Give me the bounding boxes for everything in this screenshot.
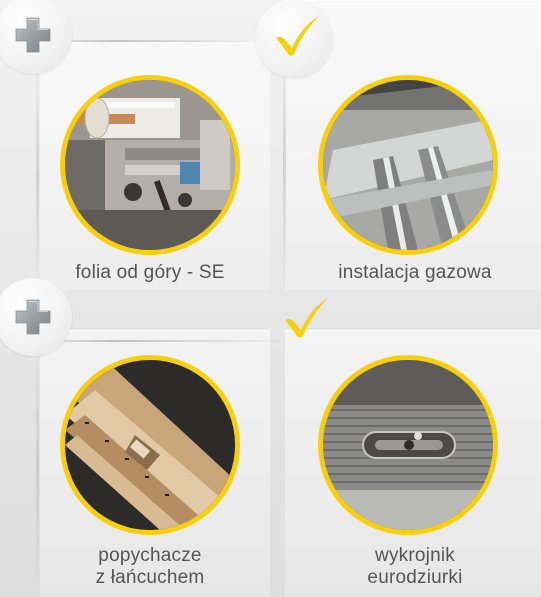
tile-caption-line: popychacze — [98, 545, 202, 566]
tile-caption: folia od góry - SE — [30, 262, 270, 284]
photo-folia-machine — [60, 75, 240, 255]
tile-caption-line: z łańcuchem — [95, 567, 205, 588]
option-badge — [255, 0, 333, 78]
tile-caption-line: wykrojnik — [375, 545, 455, 566]
tile-caption-line: folia od góry - SE — [75, 262, 225, 283]
photo-instalacja-gazowa — [318, 75, 498, 255]
photo-wykrojnik — [318, 355, 498, 535]
check-icon — [285, 298, 328, 338]
check-icon — [276, 16, 319, 56]
photo-popychacze — [60, 355, 240, 535]
tile-caption-line: instalacja gazowa — [338, 262, 492, 283]
tile-caption: wykrojnik eurodziurki — [295, 545, 535, 589]
plus-icon — [15, 299, 51, 335]
tile-caption-line: eurodziurki — [367, 567, 463, 588]
divider-line — [283, 40, 286, 290]
divider-line — [36, 60, 39, 290]
plus-icon — [15, 17, 51, 53]
tile-caption: popychacze z łańcuchem — [30, 545, 270, 589]
tile-caption: instalacja gazowa — [295, 262, 535, 284]
